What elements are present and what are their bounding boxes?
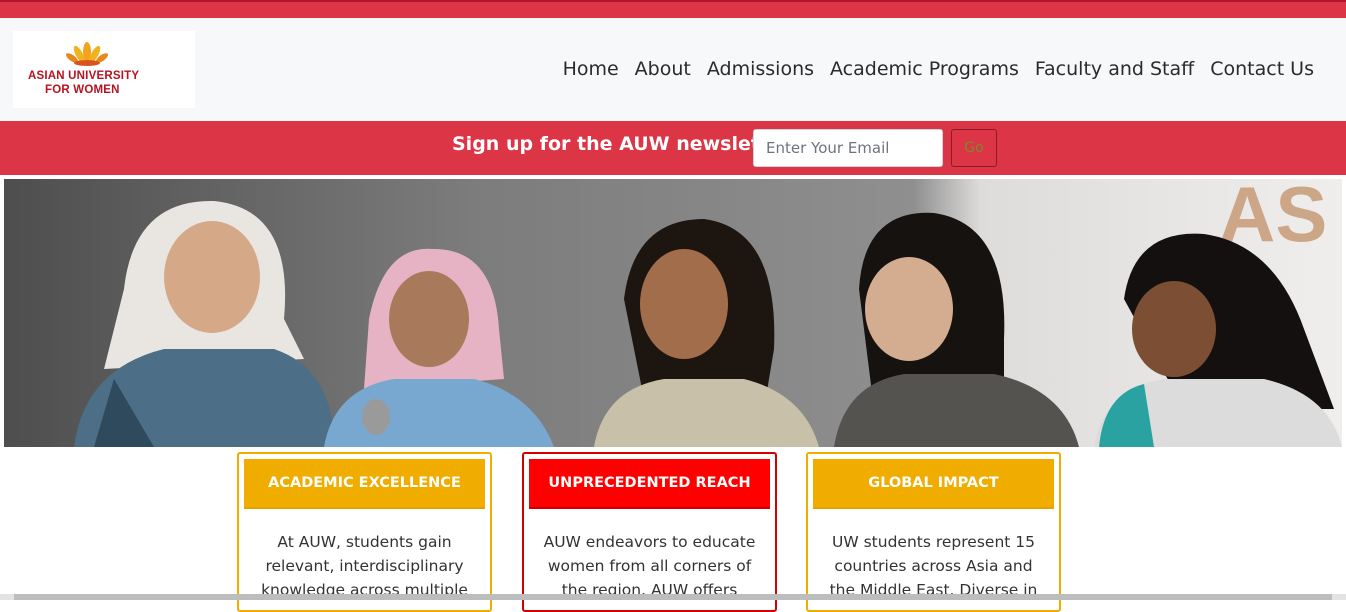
nav-home[interactable]: Home (563, 58, 619, 80)
lotus-flower-icon (66, 42, 108, 66)
card-text: At AUW, students gain relevant, interdis… (261, 533, 468, 599)
nav-admissions[interactable]: Admissions (707, 58, 814, 80)
card-title[interactable]: UNPRECEDENTED REACH (529, 459, 770, 509)
nav-academic-programs[interactable]: Academic Programs (830, 58, 1019, 80)
card-title[interactable]: ACADEMIC EXCELLENCE (244, 459, 485, 509)
hero-photo-students: AS (4, 179, 1342, 447)
card-global-impact: GLOBAL IMPACT UW students represent 15 c… (806, 452, 1061, 612)
card-text: AUW endeavors to educate women from all … (543, 533, 756, 599)
logo-text-line2: FOR WOMEN (45, 84, 120, 96)
newsletter-go-button[interactable]: Go (951, 129, 997, 167)
horizontal-scrollbar[interactable] (0, 594, 1346, 600)
card-title[interactable]: GLOBAL IMPACT (813, 459, 1054, 509)
logo-text-line1: ASIAN UNIVERSITY (28, 70, 140, 82)
card-text: UW students represent 15 countries acros… (829, 533, 1038, 599)
navbar: ASIAN UNIVERSITY FOR WOMEN Home About Ad… (0, 18, 1346, 121)
scrollbar-thumb[interactable] (14, 594, 1332, 600)
nav-faculty-and-staff[interactable]: Faculty and Staff (1035, 58, 1194, 80)
logo[interactable]: ASIAN UNIVERSITY FOR WOMEN (13, 31, 195, 108)
card-academic-excellence: ACADEMIC EXCELLENCE At AUW, students gai… (237, 452, 492, 612)
feature-cards: ACADEMIC EXCELLENCE At AUW, students gai… (0, 452, 1346, 612)
card-unprecedented-reach: UNPRECEDENTED REACH AUW endeavors to edu… (522, 452, 777, 612)
top-accent-bar (0, 0, 1346, 18)
nav-about[interactable]: About (635, 58, 691, 80)
newsletter-email-input[interactable] (753, 129, 943, 167)
newsletter-label: Sign up for the AUW newsletter: (452, 133, 799, 155)
newsletter-bar: Sign up for the AUW newsletter: Go (0, 121, 1346, 175)
main-nav: Home About Admissions Academic Programs … (547, 58, 1314, 80)
nav-contact-us[interactable]: Contact Us (1210, 58, 1314, 80)
hero-image: AS (4, 179, 1342, 447)
